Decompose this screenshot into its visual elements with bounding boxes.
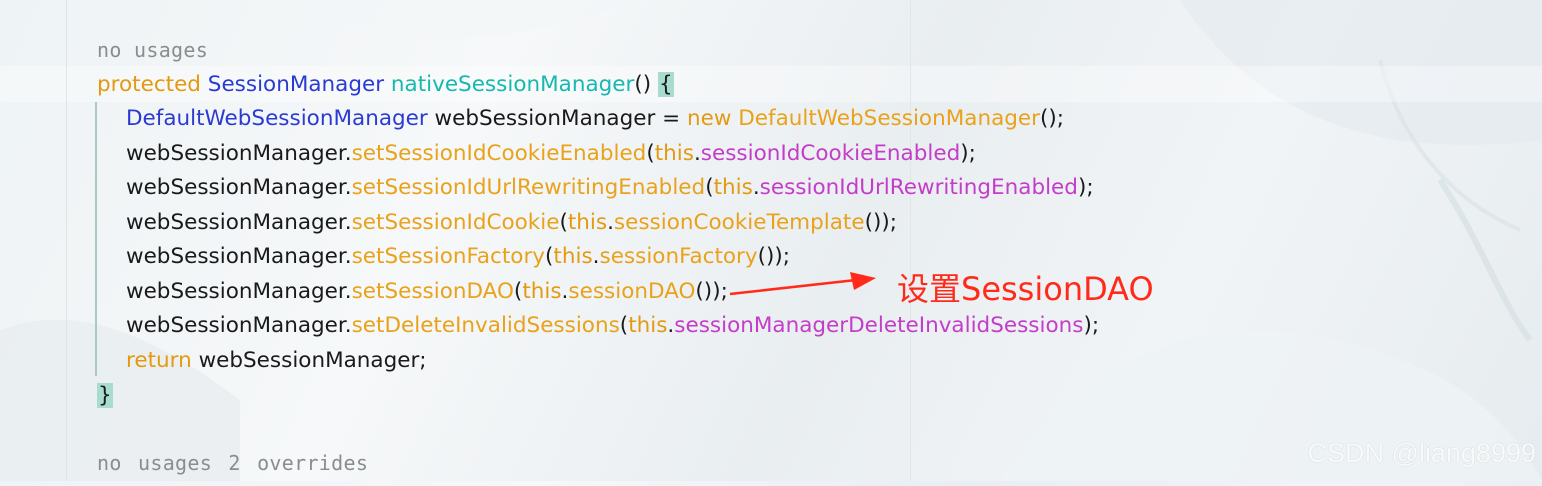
code-token: } [97, 383, 113, 408]
code-token: setSessionIdCookieEnabled [351, 141, 647, 166]
code-token: DefaultWebSessionManager [738, 106, 1040, 131]
watermark: CSDN @liang8999 [1307, 438, 1536, 468]
code-token: . [752, 175, 760, 200]
code-token: new [686, 106, 739, 131]
code-token: ( [619, 313, 629, 338]
code-line[interactable]: } [97, 381, 113, 411]
code-token: webSessionManager = [434, 106, 687, 131]
code-token: ( [646, 141, 655, 166]
code-token: sessionManagerDeleteInvalidSessions [674, 313, 1084, 338]
code-line[interactable]: return webSessionManager; [126, 346, 427, 376]
code-token: . [693, 141, 701, 166]
code-token: webSessionManager; [198, 348, 427, 373]
code-token: webSessionManager. [126, 313, 352, 338]
code-token: setSessionFactory [351, 244, 546, 269]
code-token: ); [1077, 175, 1094, 200]
code-token: sessionFactory [599, 244, 758, 269]
code-token: this [628, 313, 668, 338]
code-token: ()); [864, 210, 898, 235]
code-line[interactable]: webSessionManager.setSessionIdCookieEnab… [126, 139, 976, 169]
code-token: sessionIdUrlRewritingEnabled [759, 175, 1078, 200]
code-token: { [657, 72, 674, 97]
code-token: this [567, 210, 608, 235]
code-token: . [592, 244, 600, 269]
code-token: this [553, 244, 593, 269]
code-token: webSessionManager. [126, 141, 352, 166]
code-token: DefaultWebSessionManager [126, 106, 435, 131]
code-line[interactable]: webSessionManager.setSessionIdUrlRewriti… [126, 173, 1094, 203]
code-token: return [126, 348, 199, 373]
code-line[interactable]: webSessionManager.setSessionDAO(this.ses… [126, 277, 728, 307]
code-token: this [713, 175, 753, 200]
code-token: ( [705, 175, 714, 200]
annotation-arrow [729, 272, 876, 296]
code-line[interactable]: webSessionManager.setSessionFactory(this… [126, 242, 790, 272]
code-token: setSessionIdUrlRewritingEnabled [351, 175, 706, 200]
inlay-hint-usages[interactable]: no usages [97, 38, 208, 62]
code-line[interactable]: protected SessionManager nativeSessionMa… [97, 70, 674, 100]
code-token: webSessionManager. [126, 210, 352, 235]
code-line[interactable]: DefaultWebSessionManager webSessionManag… [126, 104, 1064, 134]
scope-indicator [95, 102, 97, 376]
code-token: setSessionIdCookie [351, 210, 560, 235]
code-token: SessionManager [207, 72, 391, 97]
inlay-hint-usages-overrides[interactable]: no usages 2 overrides [97, 451, 368, 475]
code-token: ()); [695, 279, 728, 304]
code-token: ( [559, 210, 568, 235]
code-token: webSessionManager. [126, 279, 352, 304]
code-line[interactable]: webSessionManager.setDeleteInvalidSessio… [126, 311, 1099, 341]
code-token: this [654, 141, 694, 166]
code-token: ); [1083, 313, 1100, 338]
code-token: setSessionDAO [351, 279, 514, 304]
code-token: ); [960, 141, 976, 166]
code-token: () [634, 72, 658, 97]
code-token: sessionCookieTemplate [613, 210, 865, 235]
code-token: protected [97, 72, 208, 97]
code-token: nativeSessionManager [390, 72, 635, 97]
code-line[interactable]: webSessionManager.setSessionIdCookie(thi… [126, 208, 897, 238]
code-token: setDeleteInvalidSessions [351, 313, 620, 338]
gutter-separator [66, 0, 67, 481]
code-token: this [522, 279, 562, 304]
code-token: ()); [757, 244, 791, 269]
code-token: webSessionManager. [126, 175, 352, 200]
code-token: webSessionManager. [126, 244, 352, 269]
code-token: sessionDAO [568, 279, 696, 304]
code-token: (); [1039, 106, 1064, 131]
code-token: . [607, 210, 614, 235]
code-token: sessionIdCookieEnabled [700, 141, 961, 166]
right-margin-guide [910, 0, 911, 481]
annotation-label: 设置SessionDAO [897, 270, 1154, 308]
